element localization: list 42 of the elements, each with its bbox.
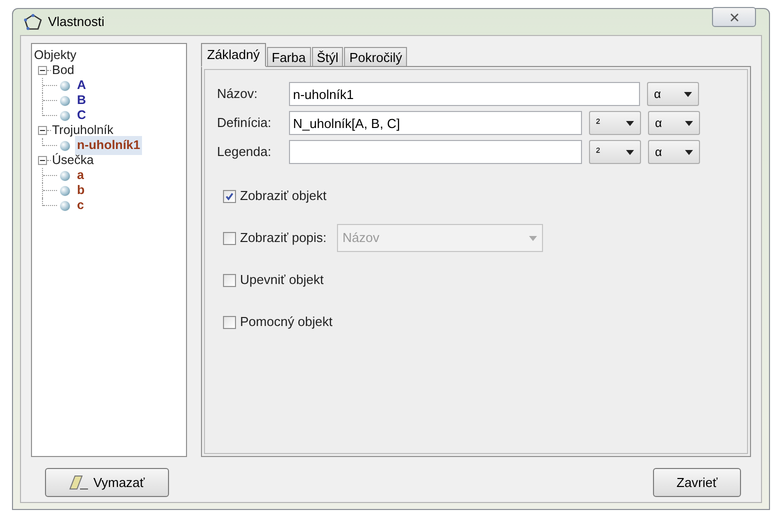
text-field[interactable] <box>289 140 582 164</box>
symbol-dropdown[interactable]: α <box>648 111 700 135</box>
close-icon <box>730 12 738 22</box>
close-button[interactable] <box>712 7 756 27</box>
tab[interactable]: Farba <box>266 47 311 67</box>
polygon-icon <box>24 14 42 30</box>
tree-item[interactable]: n-uholník1 <box>75 136 142 155</box>
dropdown-arrow-icon <box>626 150 634 154</box>
field-label: Definícia: <box>217 114 272 132</box>
symbol-dropdown[interactable]: ² <box>589 111 641 135</box>
checkbox-label[interactable]: Zobraziť objekt <box>240 186 327 206</box>
checkbox[interactable] <box>223 316 236 328</box>
eraser-icon <box>69 474 90 490</box>
symbol-dropdown[interactable]: α <box>647 82 699 106</box>
collapse-toggle-icon[interactable] <box>38 156 47 165</box>
text-field[interactable]: n-uholník1 <box>289 82 640 106</box>
text-field[interactable]: N_uholník[A, B, C] <box>289 111 582 135</box>
field-label: Legenda: <box>217 143 272 162</box>
field-label: Názov: <box>217 85 258 104</box>
checkbox-label[interactable]: Zobraziť popis: <box>240 228 327 248</box>
dropdown-arrow-icon <box>685 120 693 126</box>
tab[interactable]: Pokročilý <box>344 47 408 67</box>
delete-button[interactable]: Vymazať <box>45 468 169 497</box>
dropdown-arrow-icon <box>626 120 634 126</box>
dropdown-arrow-icon <box>528 236 537 240</box>
dropdown-arrow-icon <box>685 150 693 154</box>
window-title: Vlastnosti <box>48 13 104 32</box>
dropdown-arrow-icon <box>684 92 692 96</box>
checkbox-label[interactable]: Pomocný objekt <box>240 312 332 332</box>
tab[interactable]: Štýl <box>312 47 344 67</box>
checkbox[interactable] <box>223 232 236 244</box>
collapse-toggle-icon[interactable] <box>38 66 47 75</box>
symbol-dropdown[interactable]: ² <box>589 140 641 164</box>
checkbox[interactable] <box>223 274 236 286</box>
tab[interactable]: Základný <box>201 43 266 67</box>
checked-checkbox[interactable] <box>223 190 236 202</box>
tree-root-label[interactable]: Objekty <box>32 48 186 63</box>
symbol-dropdown[interactable]: α <box>648 140 700 164</box>
checkbox-label[interactable]: Upevniť objekt <box>240 270 324 290</box>
close-dialog-button[interactable]: Zavrieť <box>653 468 741 497</box>
collapse-toggle-icon[interactable] <box>38 126 47 135</box>
tree-group-label[interactable]: Bod <box>52 61 74 80</box>
